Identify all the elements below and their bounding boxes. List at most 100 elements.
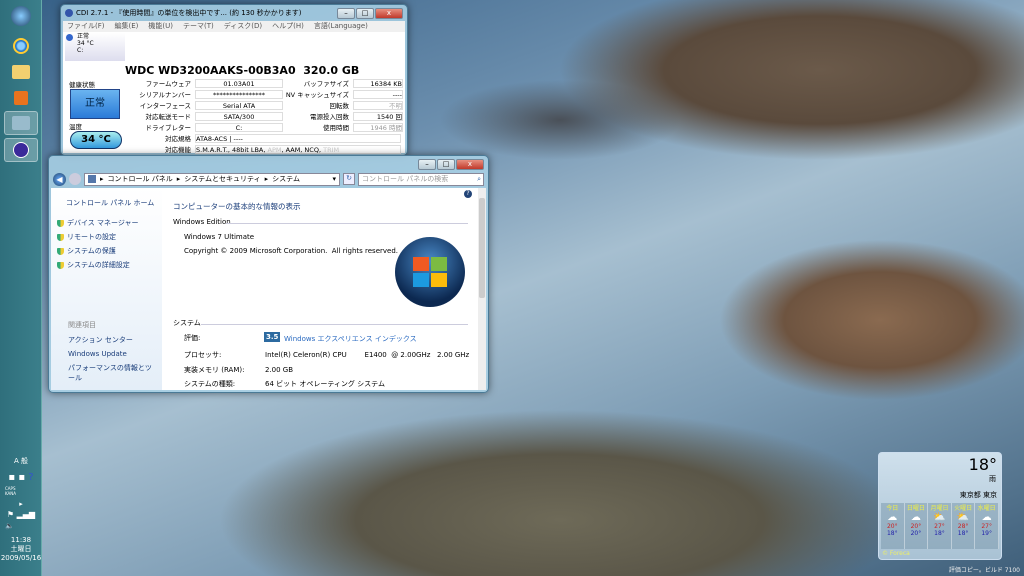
page-heading: コンピューターの基本的な情報の表示 [173,202,301,211]
back-button[interactable]: ◀ [53,172,66,186]
health-label: 健康状態 [69,81,95,89]
clock-day: 土曜日 [10,545,32,553]
system-type-value: 64 ビット オペレーティング システム [265,380,385,388]
search-input[interactable]: コントロール パネルの検索 ⌕ [358,172,484,186]
shield-icon [57,219,64,227]
close-button[interactable]: x [375,7,403,19]
forecast-day: 火曜日 ⛅ 28° 18° [952,503,976,549]
features-label: 対応機能 [165,146,191,154]
minimize-button[interactable]: – [418,158,436,170]
menu-language[interactable]: 言語(Language) [314,21,368,32]
forecast-high: 27° [934,523,945,530]
related-title: 関連項目 [68,321,96,329]
nv-cache-label: NV キャッシュサイズ [285,91,349,99]
action-center-link[interactable]: アクション センター [68,333,158,347]
taskbar-explorer[interactable] [4,60,38,84]
experience-index-link[interactable]: Windows エクスペリエンス インデックス [284,334,417,344]
features-supported-2: , AAM, NCQ, [281,145,324,154]
minimize-button[interactable]: – [337,7,355,19]
tray-icons[interactable]: ⚑ ▂▄▆ [0,510,42,519]
system-type-label: システムの種類: [184,380,236,388]
health-status: 正常 [70,89,120,119]
buffer-value: 16384 KB [353,78,403,88]
buffer-label: バッファサイズ [303,80,349,88]
forecast-low: 18° [934,530,945,537]
volume-icon[interactable]: 🔈 [0,522,42,530]
clock-date: 2009/05/16 [0,554,42,562]
maximize-button[interactable]: □ [437,158,455,170]
taskbar-media-player[interactable] [4,86,38,110]
kana-indicator: KANA [5,491,17,496]
build-watermark: 評価コピー。ビルド 7100 [948,567,1020,574]
ime-tools-icon[interactable]: ▪ ▪ ? [0,472,42,483]
mini-temp: 34 °C [77,40,94,47]
forecast-high: 28° [957,523,969,530]
clock[interactable]: 11:38 土曜日 2009/05/16 [0,536,42,562]
current-condition: 雨 [989,475,996,483]
close-button[interactable]: x [456,158,484,170]
foreca-credit[interactable]: © Foreca [882,550,910,557]
cloud-icon: ☁ [910,512,921,523]
serial-label: シリアルナンバー [139,91,191,99]
menu-file[interactable]: ファイル(F) [67,21,105,32]
taskbar-control-panel[interactable] [4,111,38,135]
taskbar-ie[interactable] [4,34,38,58]
maximize-button[interactable]: □ [356,7,374,19]
standard-label: 対応規格 [165,135,191,143]
cloud-icon: ☁ [887,512,898,523]
forecast-high: 27° [981,523,992,530]
address-bar[interactable]: ▸ コントロール パネル ▸ システムとセキュリティ ▸ システム ▾ [84,172,340,186]
advanced-settings-link[interactable]: システムの詳細設定 [57,258,139,272]
action-center-flag-icon[interactable]: ⚑ [7,510,14,519]
system-rows: プロセッサ: Intel(R) Celeron(R) CPU E1400 @ 2.… [184,348,469,392]
menu-edit[interactable]: 編集(E) [115,21,139,32]
menu-help[interactable]: ヘルプ(H) [272,21,304,32]
show-hidden-icons[interactable]: ▸ [0,500,42,508]
menu-function[interactable]: 機能(U) [148,21,173,32]
device-manager-link[interactable]: デバイス マネージャー [57,216,139,230]
forecast-day-name: 日曜日 [906,505,925,512]
menu-theme[interactable]: テーマ(T) [183,21,214,32]
temp-value: 34 °C [70,131,122,149]
help-icon[interactable]: ? [464,190,472,198]
cloud-icon: ☁ [981,512,992,523]
menu-disk[interactable]: ディスク(D) [224,21,262,32]
rating-label: 評価: [184,334,201,342]
power-hours-label: 使用時間 [323,124,349,132]
current-temp: 18° [968,455,997,474]
control-panel-icon [88,175,96,183]
address-dropdown[interactable]: ▾ [332,175,336,183]
breadcrumb-control-panel[interactable]: コントロール パネル [108,174,173,184]
network-icon[interactable]: ▂▄▆ [17,510,35,519]
performance-link[interactable]: パフォーマンスの情報とツール [68,363,158,383]
system-section-title: システム [173,319,201,327]
breadcrumb-system[interactable]: システム [272,174,300,184]
cdi-app-icon [65,9,73,17]
breadcrumb-system-security[interactable]: システムとセキュリティ [184,174,260,184]
scrollbar-thumb[interactable] [479,198,485,298]
forecast-high: 20° [910,523,922,530]
disk-selector[interactable]: 正常 34 °C C: [65,33,125,61]
forecast-low: 18° [886,530,898,537]
drive-model: WDC WD3200AAKS-00B3A0 320.0 GB [125,64,360,77]
search-icon: ⌕ [477,174,481,183]
system-protection-link[interactable]: システムの保護 [57,244,139,258]
remote-settings-link[interactable]: リモートの設定 [57,230,139,244]
processor-label: プロセッサ: [184,351,222,359]
refresh-button[interactable]: ↻ [343,173,355,185]
control-panel-home-link[interactable]: コントロール パネル ホーム [66,198,154,208]
forecast-low: 20° [910,530,922,537]
drive-letter-label: ドライブレター [145,124,192,132]
shield-icon [57,261,64,269]
cdi-window: CDI 2.7.1 - 『使用時間』の単位を検出中です... (約 130 秒か… [60,4,408,156]
sidebar: コントロール パネル ホーム デバイス マネージャー リモートの設定 システムの… [51,188,162,390]
forward-button[interactable] [69,173,81,185]
start-button[interactable] [4,4,38,28]
scrollbar[interactable] [478,188,486,390]
search-placeholder: コントロール パネルの検索 [362,174,449,183]
windows-update-link[interactable]: Windows Update [68,347,158,361]
status-dot-icon [66,34,73,41]
weather-gadget[interactable]: 18° 雨 東京都 東京 今日 ☁ 20° 18° 日曜日 ☁ 20° 20° 月曜日 ⛅ 27° 1… [878,452,1002,560]
taskbar-cdi[interactable] [4,138,38,162]
ime-indicator[interactable]: A 般 [0,456,42,466]
